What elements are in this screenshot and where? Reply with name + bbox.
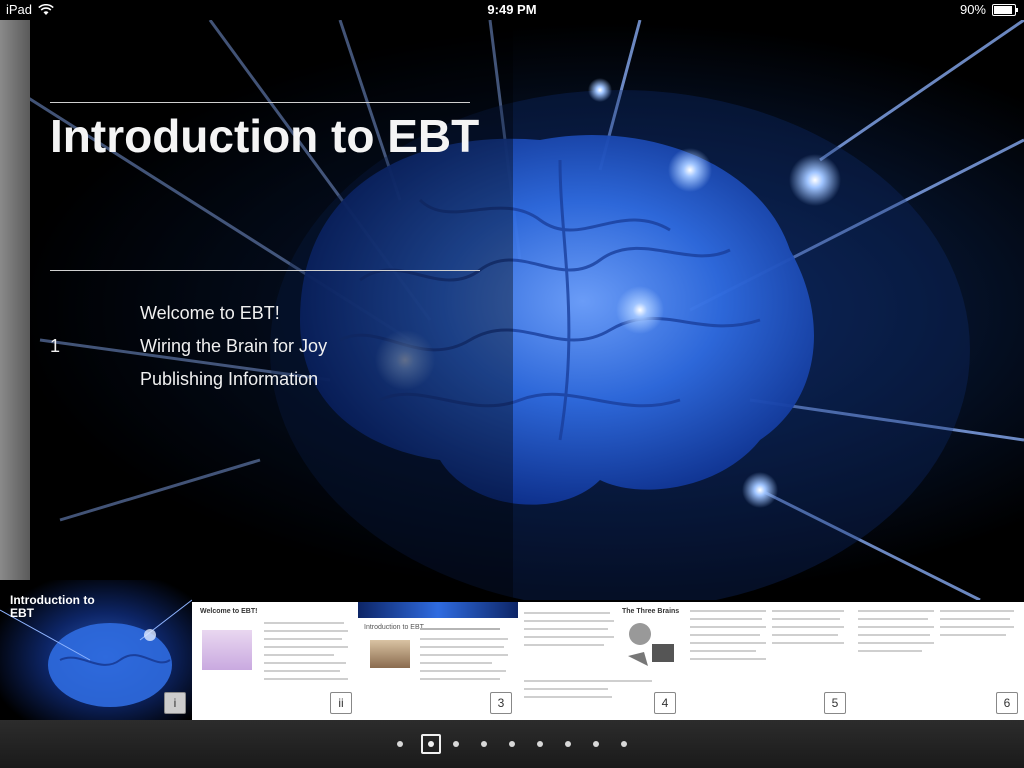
page-dot[interactable] — [397, 741, 403, 747]
text-line — [940, 610, 1014, 612]
toc-item-label: Welcome to EBT! — [140, 303, 280, 323]
text-line — [264, 670, 340, 672]
text-line — [524, 696, 612, 698]
battery-percent: 90% — [959, 2, 986, 17]
thumbnail-title: The Three Brains — [622, 608, 680, 615]
text-line — [264, 638, 342, 640]
text-line — [420, 662, 492, 664]
toc-item-label: Publishing Information — [140, 369, 319, 389]
toc-item-label: Wiring the Brain for Joy — [140, 336, 328, 356]
title-rule-top — [50, 102, 470, 103]
text-line — [772, 626, 844, 628]
page-dot[interactable] — [453, 741, 459, 747]
text-line — [264, 630, 348, 632]
thumbnail-page-5[interactable]: 5 — [682, 602, 852, 720]
status-bar: iPad 9:49 PM 90% — [0, 0, 1024, 20]
text-line — [858, 650, 922, 652]
text-line — [264, 646, 348, 648]
thumbnail-page-number: 4 — [654, 692, 676, 714]
text-line — [858, 642, 934, 644]
page-dot[interactable] — [537, 741, 543, 747]
status-right: 90% — [959, 2, 1018, 17]
text-line — [524, 620, 614, 622]
text-line — [690, 642, 766, 644]
page-dot[interactable] — [481, 741, 487, 747]
thumbnail-page-number: 3 — [490, 692, 512, 714]
toc-item-wiring[interactable]: 1 Wiring the Brain for Joy — [50, 330, 490, 363]
text-line — [690, 650, 756, 652]
thumbnail-banner — [358, 602, 518, 618]
text-line — [690, 626, 766, 628]
text-line — [602, 680, 652, 682]
thumbnail-page-i[interactable]: Introduction to EBT i — [0, 580, 192, 720]
thumbnail-title: Welcome to EBT! — [200, 608, 258, 615]
page-dot[interactable] — [621, 741, 627, 747]
text-line — [940, 626, 1014, 628]
text-line — [420, 670, 506, 672]
text-line — [524, 680, 614, 682]
thumbnail-title: Introduction to EBT — [10, 593, 95, 620]
thumbnail-photo — [370, 640, 410, 668]
text-line — [524, 612, 610, 614]
page-dot[interactable] — [509, 741, 515, 747]
table-of-contents: Welcome to EBT! 1 Wiring the Brain for J… — [50, 297, 490, 396]
toc-item-number: 1 — [50, 336, 61, 356]
text-line — [690, 618, 762, 620]
text-line — [858, 610, 934, 612]
text-line — [264, 662, 346, 664]
text-line — [858, 634, 930, 636]
three-brains-diagram-icon — [628, 623, 674, 666]
text-line — [690, 634, 760, 636]
text-line — [524, 644, 604, 646]
left-page[interactable]: Introduction to EBT Welcome to EBT! 1 Wi… — [0, 20, 513, 600]
title-rule-bottom — [50, 270, 480, 271]
text-line — [264, 622, 344, 624]
page-thumbnail-strip: Introduction to EBT i Welcome to EBT! ii… — [0, 580, 1024, 720]
text-line — [940, 618, 1010, 620]
text-line — [772, 634, 838, 636]
thumbnail-page-number: 6 — [996, 692, 1018, 714]
thumbnail-page-ii[interactable]: Welcome to EBT! ii — [192, 602, 358, 720]
toc-item-welcome[interactable]: Welcome to EBT! — [50, 297, 490, 330]
page-dot-active[interactable] — [421, 734, 441, 754]
text-line — [264, 654, 334, 656]
text-line — [772, 618, 840, 620]
text-line — [420, 654, 508, 656]
text-line — [858, 618, 928, 620]
book-spine — [0, 20, 30, 600]
text-line — [524, 628, 608, 630]
page-dot[interactable] — [593, 741, 599, 747]
thumbnail-page-number: 5 — [824, 692, 846, 714]
text-line — [524, 636, 614, 638]
thumbnail-title: Introduction to EBT — [364, 624, 424, 631]
text-line — [858, 626, 934, 628]
text-line — [420, 638, 508, 640]
text-line — [420, 678, 500, 680]
text-line — [940, 634, 1006, 636]
text-line — [524, 688, 608, 690]
thumbnail-photo — [202, 630, 252, 670]
text-line — [772, 610, 844, 612]
battery-icon — [992, 3, 1018, 16]
thumbnail-page-3[interactable]: Introduction to EBT 3 — [358, 602, 518, 720]
text-line — [420, 646, 504, 648]
book-view[interactable]: Introduction to EBT Welcome to EBT! 1 Wi… — [0, 20, 1024, 600]
thumbnail-page-number: ii — [330, 692, 352, 714]
page-dot[interactable] — [565, 741, 571, 747]
text-line — [420, 628, 500, 630]
text-line — [690, 658, 766, 660]
text-line — [264, 678, 348, 680]
thumbnail-page-4[interactable]: The Three Brains 4 — [518, 602, 682, 720]
book-title: Introduction to EBT — [50, 110, 480, 162]
text-line — [772, 642, 844, 644]
thumbnail-page-number: i — [164, 692, 186, 714]
status-time: 9:49 PM — [487, 2, 537, 17]
text-line — [690, 610, 766, 612]
page-navigator — [0, 720, 1024, 768]
thumbnail-page-6[interactable]: 6 — [852, 602, 1024, 720]
toc-item-publishing[interactable]: Publishing Information — [50, 363, 490, 396]
